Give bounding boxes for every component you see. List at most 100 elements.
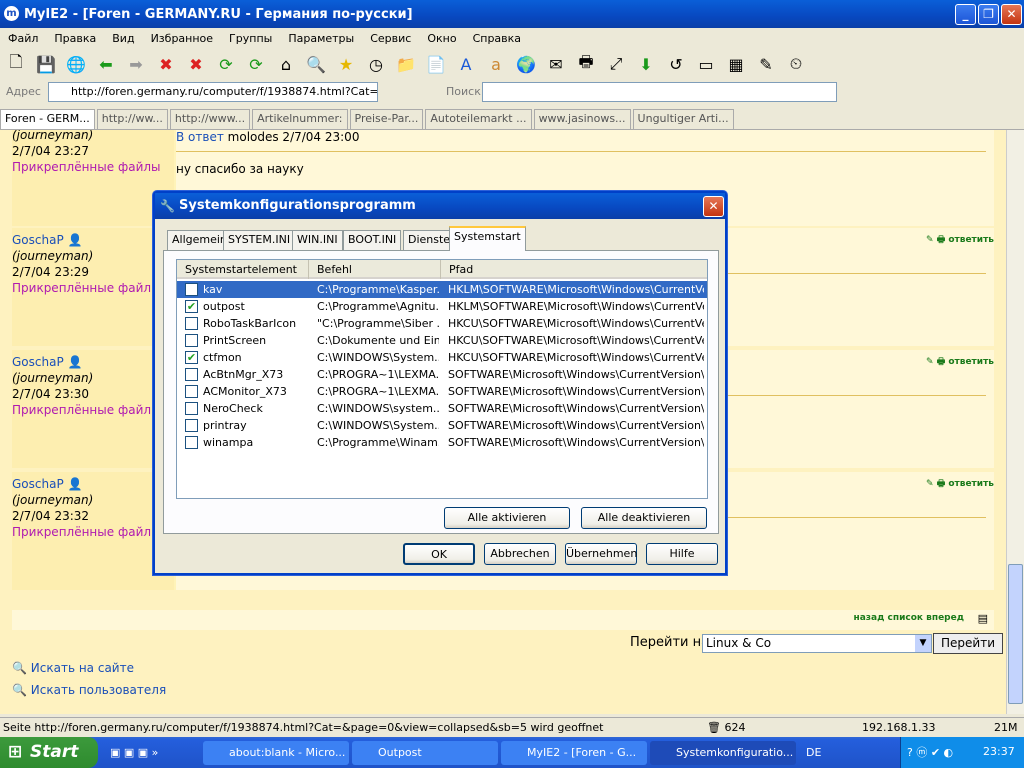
download-icon[interactable]: ⬇ [634, 52, 658, 76]
task-sysconfig[interactable]: Systemkonfiguratio... [650, 741, 796, 765]
search-user-link[interactable]: 🔍 Искать пользователя [12, 683, 166, 697]
page-tab[interactable]: http://ww... [96, 108, 168, 129]
back-icon[interactable]: ⬅ [94, 52, 118, 76]
attachments-link[interactable]: Прикреплённые файлы [12, 525, 161, 539]
print-icon[interactable]: 🖶 [937, 357, 946, 367]
search-icon[interactable]: 🔍 [304, 52, 328, 76]
menu-options[interactable]: Параметры [280, 32, 362, 45]
startup-row[interactable]: ✔ ctfmon C:\WINDOWS\System... HKCU\SOFTWARE… [177, 349, 707, 366]
quicklaunch-icons[interactable]: ▣ ▣ ▣ » [110, 746, 158, 759]
address-input[interactable]: http://foren.germany.ru/computer/f/19388… [48, 82, 378, 102]
user-name[interactable]: GoschaP 👤 [12, 477, 82, 491]
col-startup-item[interactable]: Systemstartelement [177, 260, 309, 279]
startup-checkbox[interactable] [185, 436, 198, 449]
reply-button[interactable]: ответить [948, 479, 994, 489]
startup-list[interactable]: Systemstartelement Befehl Pfad kav C:\Pro… [176, 259, 708, 499]
clock-icon[interactable]: ⏲ [784, 52, 808, 76]
startup-checkbox[interactable] [185, 334, 198, 347]
back-link[interactable]: назад [854, 613, 885, 623]
tree-icon[interactable]: ▤ [978, 612, 988, 625]
task-myie2[interactable]: MyIE2 - [Foren - G... [501, 741, 647, 765]
apply-button[interactable]: Übernehmen [565, 543, 637, 565]
notes-icon[interactable]: 📄 [424, 52, 448, 76]
history-icon[interactable]: ◷ [364, 52, 388, 76]
attachments-link[interactable]: Прикреплённые файлы [12, 281, 161, 295]
print-icon[interactable]: 🖶 [937, 235, 946, 245]
attachments-link[interactable]: Прикреплённые файлы [12, 403, 161, 417]
refresh-icon[interactable]: ⟳ [214, 52, 238, 76]
menu-edit[interactable]: Правка [46, 32, 104, 45]
startup-checkbox[interactable]: ✔ [185, 300, 198, 313]
language-indicator[interactable]: DE [806, 746, 821, 759]
translate-icon[interactable]: a [484, 52, 508, 76]
page-tab[interactable]: http://www... [169, 108, 251, 129]
page-tab[interactable]: Ungultiger Arti... [632, 108, 734, 129]
cancel-button[interactable]: Abbrechen [484, 543, 556, 565]
startup-row[interactable]: PrintScreen C:\Dokumente und Ein... HKCU\S… [177, 332, 707, 349]
col-command[interactable]: Befehl [309, 260, 441, 279]
fullscreen-icon[interactable]: ⤢ [604, 52, 628, 76]
print-icon[interactable]: 🖶 [937, 479, 946, 489]
tab-boot-ini[interactable]: BOOT.INI [343, 230, 402, 250]
home-icon[interactable]: ⌂ [274, 52, 298, 76]
stop-icon[interactable]: ✖ [154, 52, 178, 76]
startup-row[interactable]: winampa C:\Programme\Winam... SOFTWARE\Mic… [177, 434, 707, 451]
start-button[interactable]: ⊞ Start [0, 737, 98, 768]
forum-select[interactable]: Linux & Co ▼ [702, 634, 932, 653]
menu-help[interactable]: Справка [465, 32, 529, 45]
enable-all-button[interactable]: Alle aktivieren [444, 507, 570, 529]
startup-row[interactable]: RoboTaskBarIcon "C:\Programme\Siber ... HK… [177, 315, 707, 332]
goto-button[interactable]: Перейти [933, 633, 1003, 654]
user-name[interactable]: GoschaP 👤 [12, 355, 82, 369]
encoding-icon[interactable]: 🌍 [514, 52, 538, 76]
minimize-button[interactable]: _ [955, 4, 976, 25]
startup-checkbox[interactable] [185, 419, 198, 432]
refresh-all-icon[interactable]: ⟳ [244, 52, 268, 76]
stop-all-icon[interactable]: ✖ [184, 52, 208, 76]
page-tab[interactable]: Preise-Par... [349, 108, 424, 129]
startup-row[interactable]: NeroCheck C:\WINDOWS\system... SOFTWARE\Mi… [177, 400, 707, 417]
reply-button[interactable]: ответить [948, 235, 994, 245]
menu-tools[interactable]: Сервис [362, 32, 419, 45]
startup-row[interactable]: AcBtnMgr_X73 C:\PROGRA~1\LEXMA... SOFTWARE… [177, 366, 707, 383]
edit-icon[interactable]: ✎ [926, 357, 934, 367]
startup-row[interactable]: kav C:\Programme\Kasper... HKLM\SOFTWARE\M… [177, 281, 707, 298]
mail-icon[interactable]: ✉ [544, 52, 568, 76]
edit-icon[interactable]: ✎ [926, 235, 934, 245]
help-button[interactable]: Hilfe [646, 543, 718, 565]
page-tab[interactable]: Autoteilemarkt ... [425, 108, 532, 129]
tab-systemstart[interactable]: Systemstart [449, 226, 526, 251]
page-scrollbar[interactable] [1006, 130, 1024, 714]
list-link[interactable]: список [888, 613, 924, 623]
page-tab[interactable]: Artikelnummer: [252, 108, 348, 129]
search-input[interactable] [482, 82, 837, 102]
attachments-link[interactable]: Прикреплённые файлы [12, 160, 161, 174]
startup-checkbox[interactable] [185, 283, 198, 296]
scroll-thumb[interactable] [1008, 564, 1023, 704]
chevron-down-icon[interactable]: ▼ [915, 635, 931, 652]
page-tab[interactable]: www.jasinows... [533, 108, 631, 129]
window-icon[interactable]: ▭ [694, 52, 718, 76]
reply-link[interactable]: В ответ [176, 130, 224, 144]
print-icon[interactable]: 🖶 [574, 52, 598, 76]
menu-groups[interactable]: Группы [221, 32, 280, 45]
menu-favorites[interactable]: Избранное [143, 32, 221, 45]
startup-checkbox[interactable] [185, 317, 198, 330]
task-ie-blank[interactable]: about:blank - Micro... [203, 741, 349, 765]
tab-system-ini[interactable]: SYSTEM.INI [223, 230, 296, 250]
menu-window[interactable]: Окно [419, 32, 464, 45]
folder-icon[interactable]: 📁 [394, 52, 418, 76]
reply-button[interactable]: ответить [948, 357, 994, 367]
close-button[interactable]: ✕ [1001, 4, 1022, 25]
startup-row[interactable]: ✔ outpost C:\Programme\Agnitu... HKLM\SOFTW… [177, 298, 707, 315]
edit-icon[interactable]: ✎ [754, 52, 778, 76]
forward-link[interactable]: вперед [926, 613, 964, 623]
startup-row[interactable]: printray C:\WINDOWS\System... SOFTWARE\Mic… [177, 417, 707, 434]
startup-checkbox[interactable]: ✔ [185, 351, 198, 364]
menu-view[interactable]: Вид [104, 32, 142, 45]
startup-checkbox[interactable] [185, 385, 198, 398]
favorites-star-icon[interactable]: ★ [334, 52, 358, 76]
user-name[interactable]: GoschaP 👤 [12, 233, 82, 247]
tray-icons[interactable]: ? ⓜ ✔ ◐ [907, 744, 953, 760]
tab-dienste[interactable]: Dienste [403, 230, 456, 250]
